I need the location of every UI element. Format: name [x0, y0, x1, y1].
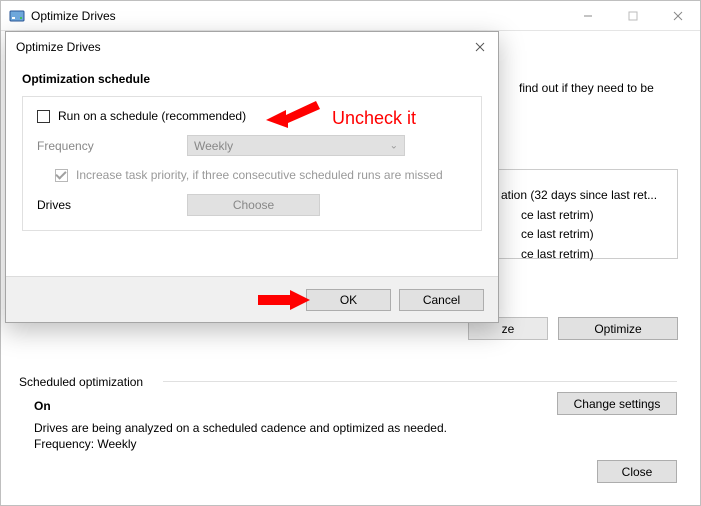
schedule-options-group: Run on a schedule (recommended) Frequenc… — [22, 96, 482, 231]
dialog-titlebar: Optimize Drives — [6, 32, 498, 62]
ok-button[interactable]: OK — [306, 289, 391, 311]
increase-priority-label: Increase task priority, if three consecu… — [76, 168, 443, 182]
drives-label: Drives — [37, 198, 187, 212]
window-minimize-button[interactable] — [565, 1, 610, 30]
window-title: Optimize Drives — [31, 9, 565, 23]
drive-optimizer-icon — [9, 8, 25, 24]
frequency-select: Weekly ⌄ — [187, 135, 405, 156]
chevron-down-icon: ⌄ — [390, 140, 398, 151]
run-on-schedule-checkbox[interactable] — [37, 110, 50, 123]
change-settings-button[interactable]: Change settings — [557, 392, 677, 415]
drive-status-text: ce last retrim) — [521, 247, 594, 261]
scheduled-optimization-heading: Scheduled optimization — [19, 375, 143, 389]
dialog-title: Optimize Drives — [16, 40, 466, 54]
frequency-value: Weekly — [194, 139, 233, 153]
run-on-schedule-label: Run on a schedule (recommended) — [58, 109, 246, 123]
dialog-footer: OK Cancel — [6, 276, 498, 322]
increase-priority-checkbox — [55, 169, 68, 182]
dialog-close-button[interactable] — [466, 35, 494, 59]
drive-status-text: ce last retrim) — [521, 208, 594, 222]
choose-drives-button: Choose — [187, 194, 320, 216]
optimize-button[interactable]: Optimize — [558, 317, 678, 340]
optimization-schedule-heading: Optimization schedule — [22, 72, 482, 86]
divider — [163, 381, 677, 382]
drive-status-text: ce last retrim) — [521, 227, 594, 241]
cancel-button[interactable]: Cancel — [399, 289, 484, 311]
scheduled-description: Drives are being analyzed on a scheduled… — [34, 421, 447, 435]
scheduled-status: On — [34, 399, 51, 413]
intro-text-fragment: find out if they need to be — [519, 81, 654, 95]
frequency-label: Frequency — [37, 139, 187, 153]
window-maximize-button[interactable] — [610, 1, 655, 30]
schedule-dialog: Optimize Drives Optimization schedule Ru… — [5, 31, 499, 323]
scheduled-frequency: Frequency: Weekly — [34, 437, 137, 451]
drive-status-text: ation (32 days since last ret... — [501, 188, 657, 202]
window-titlebar: Optimize Drives — [1, 1, 700, 31]
window-close-button[interactable] — [655, 1, 700, 30]
close-button[interactable]: Close — [597, 460, 677, 483]
